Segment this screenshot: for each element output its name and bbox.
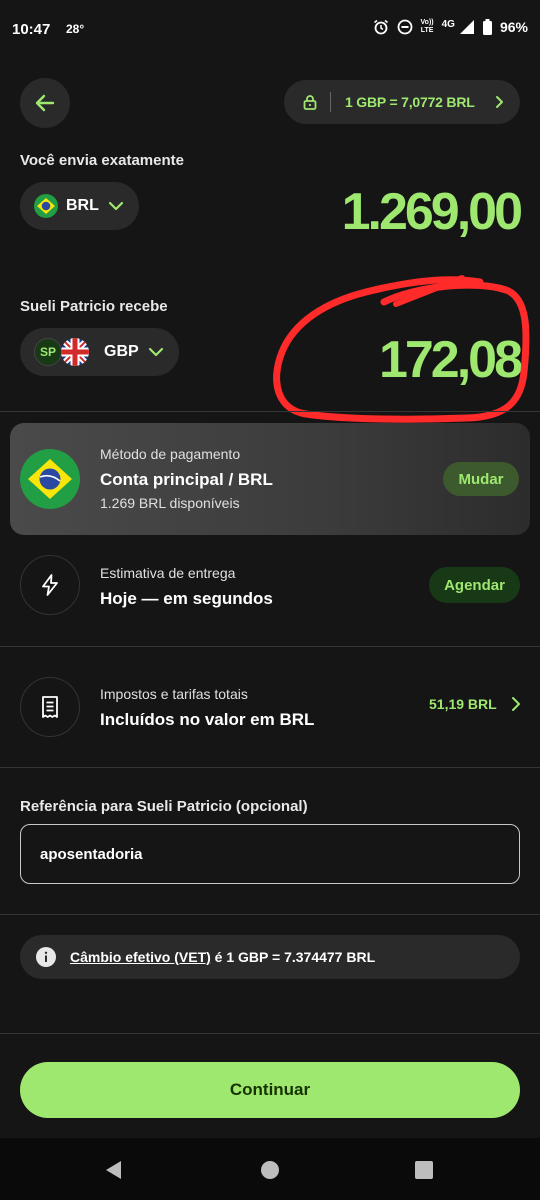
reference-input[interactable] bbox=[20, 824, 520, 884]
status-temperature: 28° bbox=[66, 22, 85, 36]
alarm-icon bbox=[373, 19, 388, 35]
vet-rate-text: é 1 GBP = 7.374477 BRL bbox=[210, 949, 376, 965]
system-nav-bar bbox=[0, 1138, 540, 1200]
exchange-rate-text: 1 GBP = 7,0772 BRL bbox=[345, 94, 475, 110]
fees-details-link[interactable]: 51,19 BRL bbox=[429, 696, 523, 712]
divider bbox=[0, 646, 540, 647]
volte-indicator: Vo)) LTE bbox=[420, 19, 434, 34]
chevron-right-icon bbox=[496, 96, 503, 108]
lightning-icon bbox=[42, 574, 58, 596]
recipient-avatar: SP bbox=[34, 338, 62, 366]
schedule-button[interactable]: Agendar bbox=[429, 567, 520, 603]
battery-level: 96% bbox=[499, 19, 528, 35]
divider bbox=[0, 767, 540, 768]
send-label: Você envia exatamente bbox=[20, 152, 184, 169]
delivery-title: Estimativa de entrega bbox=[100, 565, 236, 581]
chevron-right-icon bbox=[511, 697, 520, 711]
chevron-down-icon bbox=[148, 347, 163, 357]
vet-link[interactable]: Câmbio efetivo (VET) bbox=[70, 949, 211, 965]
continue-button[interactable]: Continuar bbox=[20, 1062, 520, 1118]
receive-currency-code: GBP bbox=[104, 343, 139, 360]
nav-home-icon[interactable] bbox=[260, 1160, 280, 1180]
exchange-rate-button[interactable]: 1 GBP = 7,0772 BRL bbox=[284, 80, 520, 124]
brazil-flag-icon bbox=[20, 449, 80, 509]
receipt-icon bbox=[42, 696, 58, 718]
brazil-flag-icon bbox=[34, 194, 58, 218]
nav-back-icon[interactable] bbox=[104, 1160, 124, 1180]
delivery-icon-circle bbox=[20, 555, 80, 615]
lock-icon bbox=[303, 95, 317, 110]
receive-amount[interactable]: 172,08 bbox=[379, 330, 523, 390]
divider bbox=[0, 914, 540, 915]
back-button[interactable] bbox=[20, 78, 70, 128]
uk-flag-icon bbox=[61, 338, 89, 366]
receive-label: Sueli Patricio recebe bbox=[20, 298, 168, 315]
vet-info-bar: Câmbio efetivo (VET) é 1 GBP = 7.374477 … bbox=[20, 935, 520, 979]
delivery-main: Hoje — em segundos bbox=[100, 589, 273, 608]
fees-title: Impostos e tarifas totais bbox=[100, 686, 248, 702]
send-amount[interactable]: 1.269,00 bbox=[342, 182, 523, 242]
receive-currency-selector[interactable]: SP GBP bbox=[20, 328, 179, 376]
payment-method-balance: 1.269 BRL disponíveis bbox=[100, 495, 240, 511]
reference-label: Referência para Sueli Patricio (opcional… bbox=[20, 798, 308, 815]
fees-icon-circle bbox=[20, 677, 80, 737]
signal-icon bbox=[459, 20, 474, 34]
fees-amount: 51,19 BRL bbox=[429, 696, 497, 712]
fees-main: Incluídos no valor em BRL bbox=[100, 710, 315, 729]
info-icon bbox=[36, 947, 56, 967]
do-not-disturb-icon bbox=[397, 19, 412, 35]
send-currency-selector[interactable]: BRL bbox=[20, 182, 139, 230]
divider bbox=[0, 411, 540, 412]
payment-method-main: Conta principal / BRL bbox=[100, 470, 273, 489]
status-icons: Vo)) LTE 4G 96% bbox=[373, 19, 528, 35]
chevron-down-icon bbox=[108, 201, 123, 211]
rate-separator bbox=[330, 92, 331, 112]
payment-method-title: Método de pagamento bbox=[100, 446, 241, 462]
send-currency-code: BRL bbox=[66, 197, 99, 214]
status-time: 10:47 bbox=[12, 21, 51, 38]
recipient-avatar-group: SP bbox=[32, 336, 96, 368]
battery-icon bbox=[482, 19, 492, 35]
vet-info-text: Câmbio efetivo (VET) é 1 GBP = 7.374477 … bbox=[70, 949, 375, 965]
nav-recents-icon[interactable] bbox=[414, 1160, 434, 1180]
network-type: 4G bbox=[441, 18, 455, 30]
change-payment-button[interactable]: Mudar bbox=[443, 462, 519, 496]
arrow-left-icon bbox=[35, 94, 55, 112]
divider bbox=[0, 1033, 540, 1034]
